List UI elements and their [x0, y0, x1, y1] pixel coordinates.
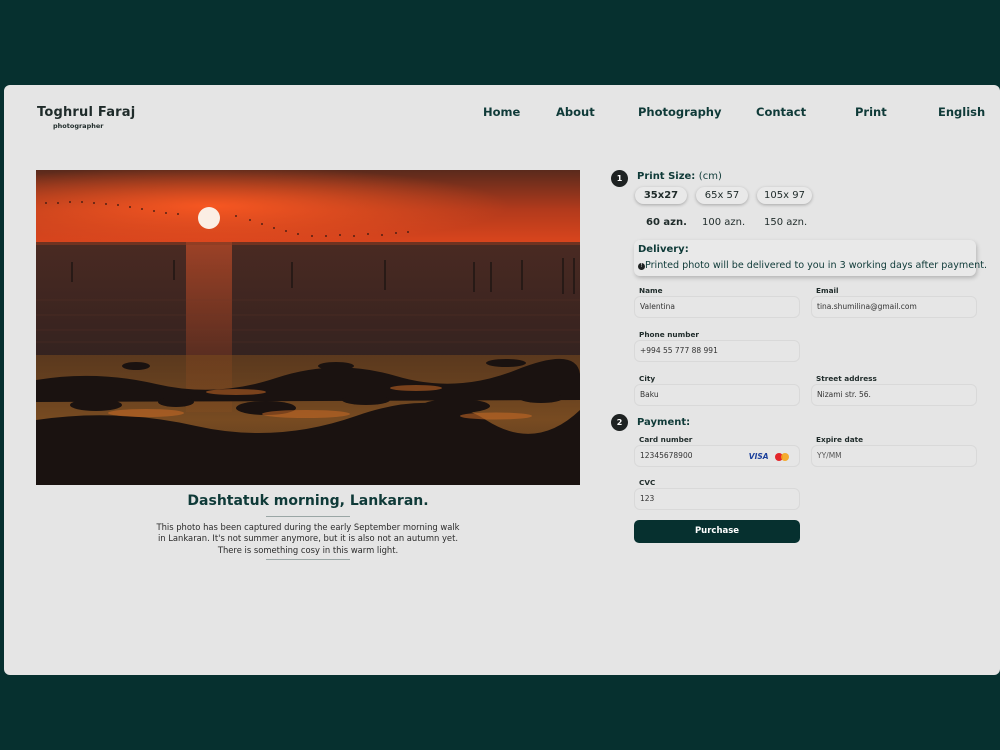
city-label: City: [639, 374, 656, 383]
name-label: Name: [639, 286, 663, 295]
step-1-badge: 1: [611, 170, 628, 187]
nav-item-photography[interactable]: Photography: [638, 105, 722, 119]
card-number-value: 12345678900: [640, 451, 693, 460]
delivery-note: ! Printed photo will be delivered to you …: [638, 260, 987, 271]
price-65x57: 100 azn.: [702, 217, 746, 228]
size-option-65x57[interactable]: 65x 57: [696, 187, 748, 204]
delivery-note-text: Printed photo will be delivered to you i…: [645, 260, 988, 271]
visa-logo: VISA: [748, 452, 769, 461]
description-line: There is something cosy in this warm lig…: [217, 544, 399, 555]
city-input[interactable]: Baku: [634, 384, 800, 406]
nav-item-language[interactable]: English: [938, 105, 985, 119]
phone-label: Phone number: [639, 330, 700, 339]
card-number-input[interactable]: 12345678900 VISA: [634, 445, 800, 467]
step-2-badge: 2: [611, 414, 628, 431]
card-number-label: Card number: [639, 435, 693, 444]
expire-date-label: Expire date: [816, 435, 864, 444]
size-option-105x97[interactable]: 105x 97: [757, 187, 812, 204]
photo-title: Dashtatuk morning, Lankaran.: [187, 493, 429, 509]
cvc-label: CVC: [639, 478, 656, 487]
street-label: Street address: [816, 374, 877, 383]
sunset-photo: [36, 170, 580, 485]
title-divider: [266, 516, 350, 517]
top-nav: Home About Photography Contact Print Eng…: [4, 105, 1000, 121]
name-input[interactable]: Valentina: [634, 296, 800, 318]
description-line: This photo has been captured during the …: [156, 522, 460, 532]
description-line: in Lankaran. It's not summer anymore, bu…: [157, 533, 459, 544]
cvc-input[interactable]: 123: [634, 488, 800, 510]
print-size-unit: (cm): [698, 171, 722, 182]
purchase-button[interactable]: Purchase: [634, 520, 800, 543]
nav-item-home[interactable]: Home: [483, 105, 520, 119]
mastercard-icon: [773, 452, 791, 462]
email-input[interactable]: tina.shumilina@gmail.com: [811, 296, 977, 318]
card-brand-logos: VISA: [749, 452, 791, 462]
main-card: Toghrul Faraj photographer Home About Ph…: [4, 85, 1000, 675]
delivery-info-box: Delivery: ! Printed photo will be deliver…: [634, 240, 987, 276]
payment-heading: Payment:: [637, 417, 691, 428]
email-label: Email: [816, 286, 839, 295]
price-35x27: 60 azn.: [646, 217, 687, 228]
print-size-label: Print Size:: [637, 171, 696, 182]
expire-date-input[interactable]: YY/MM: [811, 445, 977, 467]
delivery-title: Delivery:: [638, 244, 689, 255]
nav-item-about[interactable]: About: [556, 105, 595, 119]
nav-item-print[interactable]: Print: [855, 105, 887, 119]
info-icon: !: [638, 263, 645, 270]
description-divider: [266, 559, 350, 560]
street-input[interactable]: Nizami str. 56.: [811, 384, 977, 406]
photo-description: This photo has been captured during the …: [156, 522, 460, 556]
print-size-heading: Print Size: (cm): [637, 171, 722, 182]
brand-subtitle: photographer: [53, 122, 104, 130]
price-105x97: 150 azn.: [764, 217, 808, 228]
phone-input[interactable]: +994 55 777 88 991: [634, 340, 800, 362]
size-option-35x27[interactable]: 35x27: [635, 187, 687, 204]
nav-item-contact[interactable]: Contact: [756, 105, 806, 119]
